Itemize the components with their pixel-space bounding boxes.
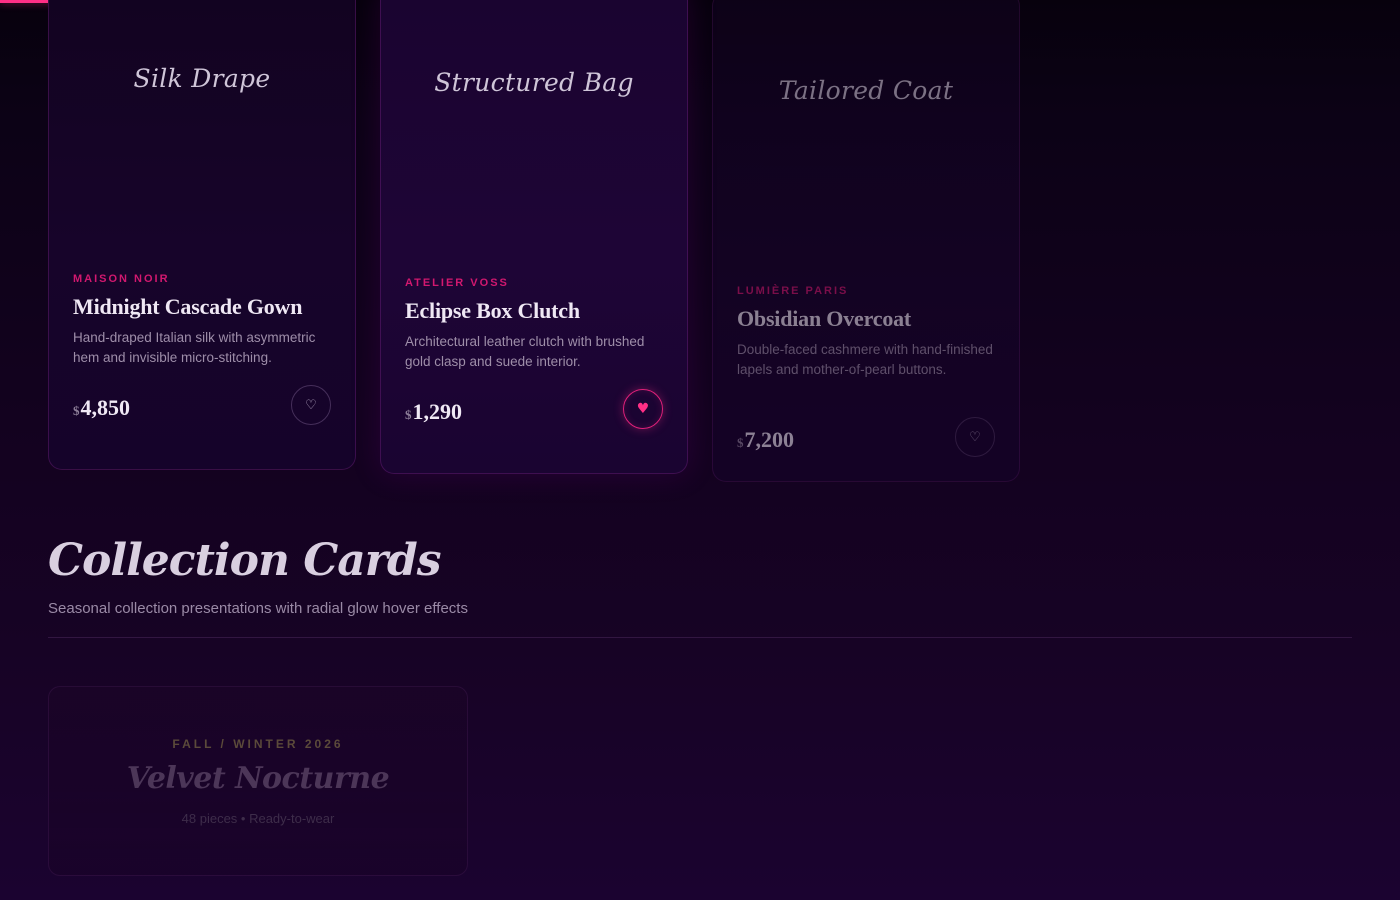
currency-symbol: $	[73, 403, 80, 418]
product-card[interactable]: Structured Bag ATELIER VOSS Eclipse Box …	[380, 0, 688, 474]
heart-outline-icon: ♡	[969, 429, 981, 445]
product-description: Double-faced cashmere with hand-finished…	[737, 342, 993, 377]
collection-meta: 48 pieces • Ready-to-wear	[181, 811, 335, 826]
product-card[interactable]: Tailored Coat LUMIÈRE PARIS Obsidian Ove…	[712, 0, 1020, 482]
product-name[interactable]: Eclipse Box Clutch	[405, 298, 663, 324]
collection-season: FALL / WINTER 2026	[172, 737, 344, 751]
product-description: Hand-draped Italian silk with asymmetric…	[73, 330, 316, 365]
price-value: 7,200	[744, 427, 795, 452]
collection-title: Velvet Nocturne	[126, 761, 390, 796]
product-price: $4,850	[73, 395, 130, 421]
section-title: Collection Cards	[48, 535, 442, 586]
product-price: $7,200	[737, 427, 794, 453]
favorite-button[interactable]: ♡	[291, 385, 331, 425]
product-image: Silk Drape	[49, 0, 355, 257]
product-card[interactable]: Silk Drape MAISON NOIR Midnight Cascade …	[48, 0, 356, 470]
product-image-caption: Structured Bag	[434, 68, 634, 97]
product-image-caption: Silk Drape	[133, 64, 271, 93]
product-description: Architectural leather clutch with brushe…	[405, 334, 645, 369]
product-image: Tailored Coat	[713, 0, 1019, 269]
product-brand: LUMIÈRE PARIS	[737, 285, 849, 297]
collection-card[interactable]: FALL / WINTER 2026 Velvet Nocturne 48 pi…	[48, 686, 468, 876]
section-divider	[48, 637, 1352, 638]
price-value: 1,290	[412, 399, 463, 424]
product-name[interactable]: Obsidian Overcoat	[737, 306, 995, 332]
favorite-button-active[interactable]: ♥	[623, 389, 663, 429]
favorite-button[interactable]: ♡	[955, 417, 995, 457]
product-brand: ATELIER VOSS	[405, 277, 509, 289]
heart-filled-icon: ♥	[636, 401, 650, 417]
product-price: $1,290	[405, 399, 462, 425]
product-brand: MAISON NOIR	[73, 273, 170, 285]
price-value: 4,850	[80, 395, 131, 420]
product-name[interactable]: Midnight Cascade Gown	[73, 294, 331, 320]
currency-symbol: $	[405, 407, 412, 422]
product-image: Structured Bag	[381, 0, 687, 261]
section-subtitle: Seasonal collection presentations with r…	[48, 600, 468, 617]
currency-symbol: $	[737, 435, 744, 450]
product-image-caption: Tailored Coat	[778, 76, 954, 105]
heart-outline-icon: ♡	[305, 397, 317, 413]
